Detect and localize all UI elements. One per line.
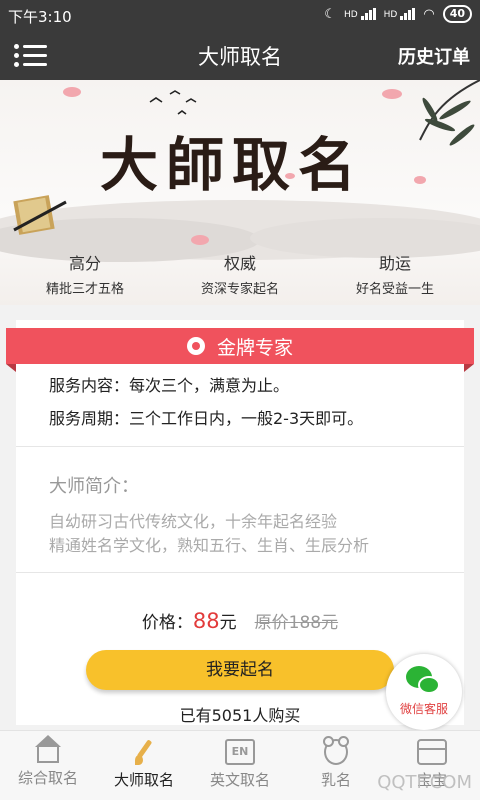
tab-nickname[interactable]: 乳名 [288,731,384,800]
feature-fortune: 助运 好名受益一生 [355,254,434,297]
service-content: 服务内容：每次三个，满意为止。 [49,376,290,395]
nav-bar: 大师取名 历史订单 [0,30,480,80]
ribbon-label: 金牌专家 [216,336,293,359]
status-bar: 下午3:10 ☾ HD HD ◠ 40 [0,0,480,30]
box-icon [417,739,447,765]
history-orders-button[interactable]: 历史订单 [398,43,470,69]
banner: 大師取名 高分 精批三才五格 权威 资深专家起名 助运 好名受益一生 [0,80,480,305]
feature-authority: 权威 资深专家起名 [200,254,279,297]
intro-line-1: 自幼研习古代传统文化，十余年起名经验 [49,512,338,531]
original-price: 原价188元 [254,613,339,633]
status-time: 下午3:10 [8,8,72,26]
wifi-icon: ◠ [423,6,435,22]
gold-expert-ribbon: 金牌专家 [6,328,474,372]
intro-title: 大师简介： [49,476,139,497]
intro-line-2: 精通姓名学文化，熟知五行、生肖、生辰分析 [49,536,370,555]
wechat-service-button[interactable]: 微信客服 [386,654,462,730]
price-label: 价格： [141,613,193,633]
feature-high-score: 高分 精批三才五格 [45,254,124,297]
en-icon: EN [225,739,255,765]
tab-english-naming[interactable]: EN 英文取名 [192,731,288,800]
tab-general-naming[interactable]: 综合取名 [0,731,96,800]
banner-features: 高分 精批三才五格 权威 资深专家起名 助运 好名受益一生 [0,250,480,300]
moon-icon: ☾ [324,6,336,22]
order-name-button[interactable]: 我要起名 [86,650,394,690]
tab-master-naming[interactable]: 大师取名 [96,731,192,800]
service-period: 服务周期：三个工作日内，一般2-3天即可。 [49,409,364,428]
banner-title: 大師取名 [100,131,365,199]
status-icons: ☾ HD HD ◠ 40 [324,5,472,23]
price-unit: 元 [219,613,237,633]
watermark: QQTF.COM [377,772,472,793]
home-icon [35,735,61,763]
price-value: 88 [192,609,220,633]
bear-icon [323,736,349,765]
divider [16,572,464,573]
signal-icon: HD [344,8,376,20]
wechat-service-label: 微信客服 [399,702,448,716]
price-row: 价格：88元 原价188元 [16,608,464,633]
signal-icon-2: HD [384,8,416,20]
brush-icon [129,739,159,765]
divider [16,446,464,447]
medal-icon [186,337,205,355]
battery-icon: 40 [442,5,472,23]
